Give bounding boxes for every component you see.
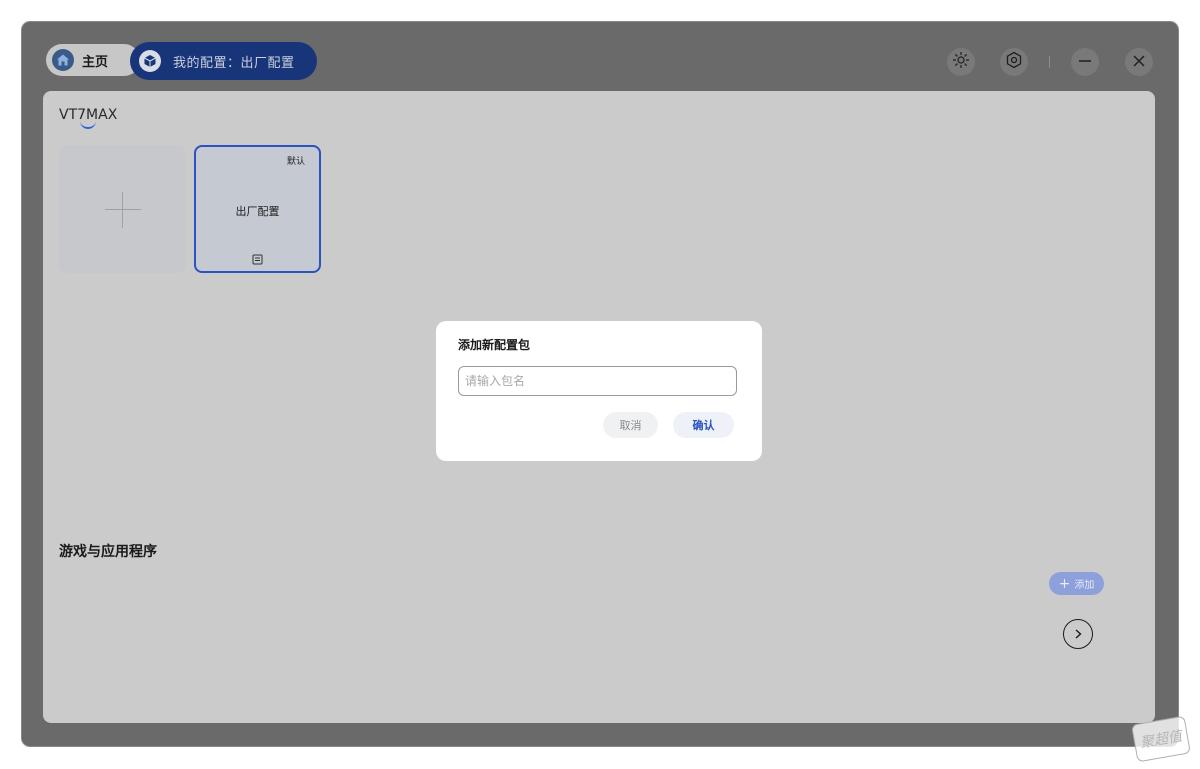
apps-section-title: 游戏与应用程序 — [59, 544, 157, 560]
home-icon — [52, 49, 74, 71]
profile-card-name: 出厂配置 — [235, 205, 280, 218]
profile-edit-icon[interactable] — [252, 250, 263, 265]
close-button[interactable] — [1125, 48, 1153, 76]
next-page-button[interactable] — [1063, 619, 1093, 649]
titlebar: 主页 我的配置：出厂配置 — [22, 22, 1178, 90]
close-icon — [1132, 53, 1146, 72]
current-profile-tab[interactable]: 我的配置：出厂配置 — [130, 42, 317, 80]
profile-card[interactable]: 默认 出厂配置 — [194, 145, 321, 273]
cancel-button[interactable]: 取消 — [603, 412, 658, 438]
watermark-logo: 聚超值 — [1131, 715, 1191, 763]
minimize-button[interactable] — [1071, 48, 1099, 76]
titlebar-divider — [1049, 56, 1050, 68]
sun-icon — [952, 51, 970, 73]
plus-icon: + — [1058, 575, 1071, 592]
add-app-button[interactable]: + 添加 — [1049, 572, 1104, 595]
device-indicator — [80, 121, 96, 129]
settings-button[interactable] — [1000, 48, 1028, 76]
minimize-icon — [1078, 53, 1092, 72]
dialog-title: 添加新配置包 — [458, 338, 531, 352]
add-app-label: 添加 — [1074, 580, 1095, 591]
default-badge: 默认 — [286, 157, 305, 167]
settings-icon — [1005, 51, 1023, 73]
home-button[interactable]: 主页 — [46, 44, 140, 76]
add-profile-dialog: 添加新配置包 取消 确认 — [436, 321, 762, 461]
cube-icon — [139, 50, 161, 72]
profile-name-input[interactable] — [458, 366, 737, 396]
chevron-right-icon — [1072, 625, 1084, 644]
lighting-button[interactable] — [947, 48, 975, 76]
confirm-button[interactable]: 确认 — [673, 412, 734, 438]
add-profile-card[interactable] — [59, 145, 186, 273]
home-label: 主页 — [82, 54, 109, 70]
current-profile-label: 我的配置：出厂配置 — [173, 55, 295, 71]
